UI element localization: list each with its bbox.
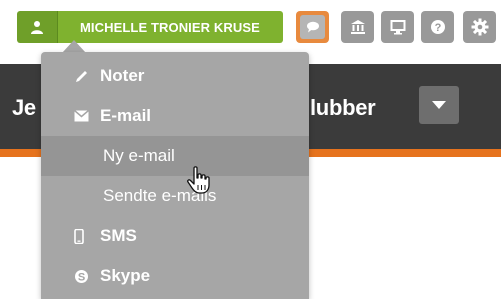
svg-text:?: ? — [434, 22, 441, 34]
user-icon — [31, 21, 43, 34]
page-title-right: lubber — [310, 95, 376, 120]
bank-button[interactable] — [341, 11, 374, 43]
menu-item-email[interactable]: E-mail — [41, 96, 309, 136]
help-icon: ? — [430, 20, 445, 34]
menu-item-sms[interactable]: SMS — [41, 216, 309, 256]
menu-item-new-email[interactable]: Ny e-mail — [41, 136, 309, 176]
user-name-button[interactable]: MICHELLE TRONIER KRUSE — [58, 11, 283, 43]
svg-text:S: S — [78, 271, 85, 283]
envelope-icon — [74, 110, 89, 122]
chat-button[interactable] — [296, 11, 329, 43]
monitor-button[interactable] — [381, 11, 414, 43]
user-menu[interactable]: MICHELLE TRONIER KRUSE — [17, 11, 283, 43]
menu-item-label: Skype — [100, 266, 151, 285]
chevron-down-icon — [432, 101, 446, 109]
header-dropdown-button[interactable] — [419, 86, 459, 124]
chat-bubble-icon — [306, 21, 319, 33]
skype-icon: S — [75, 269, 88, 283]
menu-item-skype[interactable]: S Skype — [41, 256, 309, 296]
help-button[interactable]: ? — [421, 11, 454, 43]
bank-icon — [350, 20, 365, 34]
menu-item-label: Noter — [100, 66, 145, 85]
menu-item-label: Ny e-mail — [103, 146, 175, 165]
phone-icon — [74, 228, 84, 244]
menu-item-sent-emails[interactable]: Sendte e-mails — [41, 176, 309, 216]
settings-button[interactable] — [463, 11, 496, 43]
menu-item-noter[interactable]: Noter — [41, 56, 309, 96]
contact-dropdown-menu: Noter E-mail Ny e-mail Sendte e-mails SM… — [41, 52, 309, 299]
pencil-icon — [76, 70, 87, 82]
hand-cursor-icon — [187, 166, 210, 194]
menu-item-label: SMS — [100, 226, 137, 245]
monitor-icon — [390, 20, 405, 35]
menu-item-label: E-mail — [100, 106, 152, 125]
page-title-left: Je — [12, 95, 36, 120]
gear-icon — [471, 18, 488, 36]
user-icon-button[interactable] — [17, 11, 58, 43]
